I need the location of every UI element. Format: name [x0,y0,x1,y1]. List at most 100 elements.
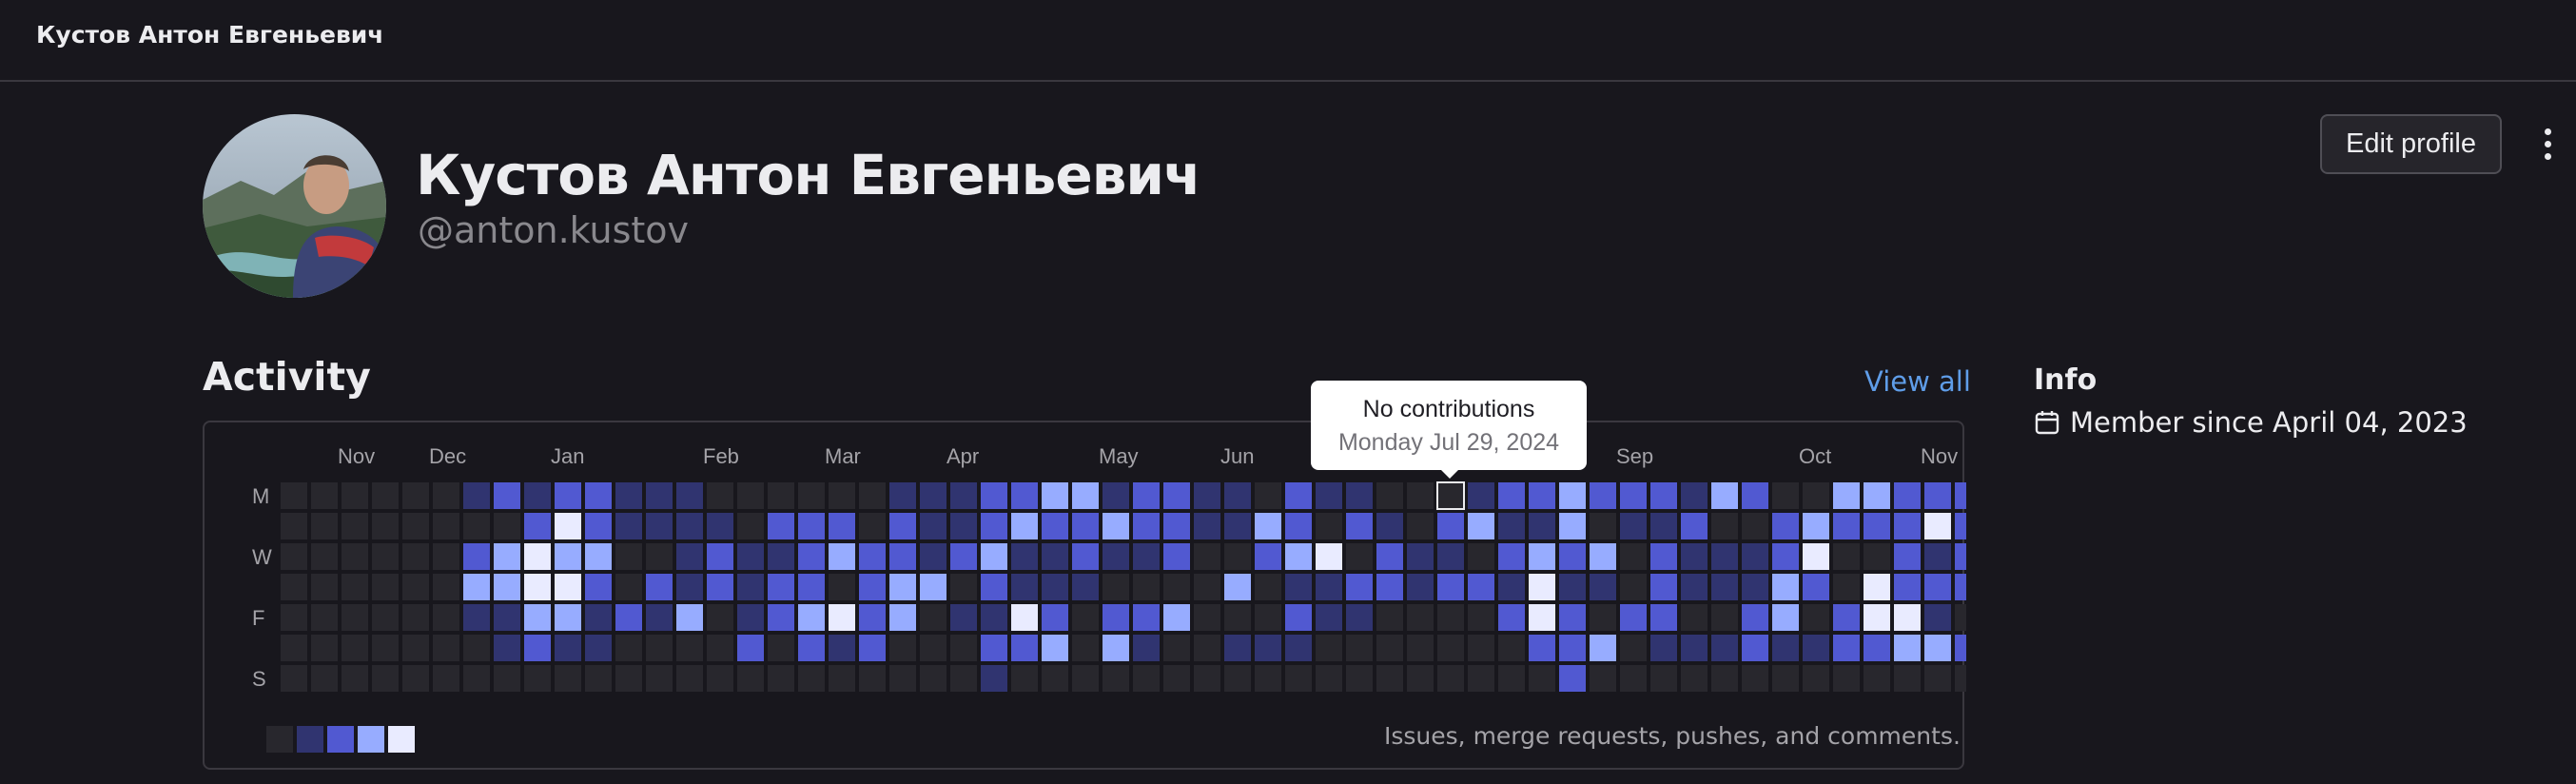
contribution-cell[interactable] [798,604,825,631]
contribution-cell[interactable] [1803,513,1829,539]
contribution-cell[interactable] [1437,574,1464,600]
contribution-cell[interactable] [1681,513,1708,539]
contribution-cell[interactable] [981,635,1007,661]
contribution-cell[interactable] [1742,513,1768,539]
contribution-cell[interactable] [707,574,733,600]
contribution-cell[interactable] [342,604,368,631]
contribution-cell[interactable] [646,604,673,631]
contribution-cell[interactable] [981,482,1007,509]
contribution-cell[interactable] [1894,574,1921,600]
contribution-cell[interactable] [433,604,459,631]
contribution-cell[interactable] [615,665,642,692]
contribution-cell[interactable] [1864,482,1890,509]
contribution-cell[interactable] [1711,482,1738,509]
contribution-cell[interactable] [1163,604,1190,631]
contribution-cell[interactable] [524,574,551,600]
contribution-cell[interactable] [494,574,520,600]
contribution-cell[interactable] [524,482,551,509]
contribution-cell[interactable] [1803,482,1829,509]
contribution-cell[interactable] [1620,665,1647,692]
contribution-cell[interactable] [889,604,916,631]
contribution-cell[interactable] [463,635,490,661]
contribution-cell[interactable] [1955,665,1966,692]
contribution-cell[interactable] [829,665,855,692]
contribution-cell[interactable] [524,543,551,570]
contribution-cell[interactable] [1437,635,1464,661]
contribution-cell[interactable] [950,635,977,661]
contribution-cell[interactable] [342,665,368,692]
contribution-cell[interactable] [1711,635,1738,661]
contribution-cell[interactable] [1224,543,1251,570]
contribution-cell[interactable] [402,665,429,692]
contribution-cell[interactable] [372,604,399,631]
contribution-cell[interactable] [1864,665,1890,692]
contribution-cell[interactable] [707,604,733,631]
contribution-cell[interactable] [1346,513,1373,539]
contribution-cell[interactable] [372,665,399,692]
contribution-cell[interactable] [1590,482,1616,509]
contribution-cell[interactable] [555,635,581,661]
contribution-cell[interactable] [494,543,520,570]
contribution-cell[interactable] [1316,482,1342,509]
contribution-cell[interactable] [1042,482,1068,509]
contribution-cell[interactable] [889,543,916,570]
contribution-cell[interactable] [281,574,307,600]
contribution-cell[interactable] [372,635,399,661]
contribution-cell[interactable] [1833,665,1860,692]
contribution-cell[interactable] [524,635,551,661]
contribution-cell[interactable] [585,635,612,661]
contribution-cell[interactable] [920,513,946,539]
contribution-cell[interactable] [1407,543,1434,570]
contribution-cell[interactable] [1011,482,1038,509]
contribution-cell[interactable] [1864,574,1890,600]
contribution-cell[interactable] [1681,604,1708,631]
contribution-cell[interactable] [1833,543,1860,570]
contribution-cell[interactable] [1163,482,1190,509]
contribution-cell[interactable] [1255,635,1281,661]
contribution-cell[interactable] [1864,543,1890,570]
contribution-cell[interactable] [1955,604,1966,631]
contribution-cell[interactable] [1864,635,1890,661]
contribution-cell[interactable] [524,513,551,539]
contribution-cell[interactable] [1376,604,1403,631]
contribution-cell[interactable] [1436,481,1465,510]
contribution-cell[interactable] [1285,574,1312,600]
contribution-cell[interactable] [1620,604,1647,631]
contribution-cell[interactable] [1316,543,1342,570]
contribution-cell[interactable] [707,635,733,661]
contribution-cell[interactable] [889,513,916,539]
contribution-cell[interactable] [1285,665,1312,692]
contribution-cell[interactable] [1864,604,1890,631]
contribution-cell[interactable] [1590,665,1616,692]
contribution-cell[interactable] [1285,543,1312,570]
contribution-cell[interactable] [494,482,520,509]
contribution-cell[interactable] [1194,482,1220,509]
contribution-cell[interactable] [1103,635,1129,661]
contribution-cell[interactable] [281,665,307,692]
contribution-cell[interactable] [1133,513,1160,539]
contribution-cell[interactable] [494,604,520,631]
contribution-cell[interactable] [1894,543,1921,570]
contribution-cell[interactable] [1133,482,1160,509]
contribution-cell[interactable] [1346,635,1373,661]
contribution-cell[interactable] [859,635,886,661]
contribution-cell[interactable] [646,543,673,570]
contribution-cell[interactable] [768,543,794,570]
contribution-cell[interactable] [1437,543,1464,570]
contribution-cell[interactable] [981,543,1007,570]
contribution-cell[interactable] [676,604,703,631]
contribution-cell[interactable] [1529,665,1555,692]
contribution-cell[interactable] [1590,604,1616,631]
contribution-cell[interactable] [1924,604,1951,631]
contribution-cell[interactable] [1316,574,1342,600]
contribution-cell[interactable] [1072,543,1099,570]
contribution-cell[interactable] [1437,665,1464,692]
contribution-cell[interactable] [1498,665,1525,692]
contribution-cell[interactable] [1924,635,1951,661]
contribution-cell[interactable] [372,574,399,600]
contribution-cell[interactable] [1803,635,1829,661]
contribution-cell[interactable] [281,513,307,539]
contribution-cell[interactable] [676,665,703,692]
contribution-cell[interactable] [1803,574,1829,600]
contribution-cell[interactable] [1468,574,1494,600]
